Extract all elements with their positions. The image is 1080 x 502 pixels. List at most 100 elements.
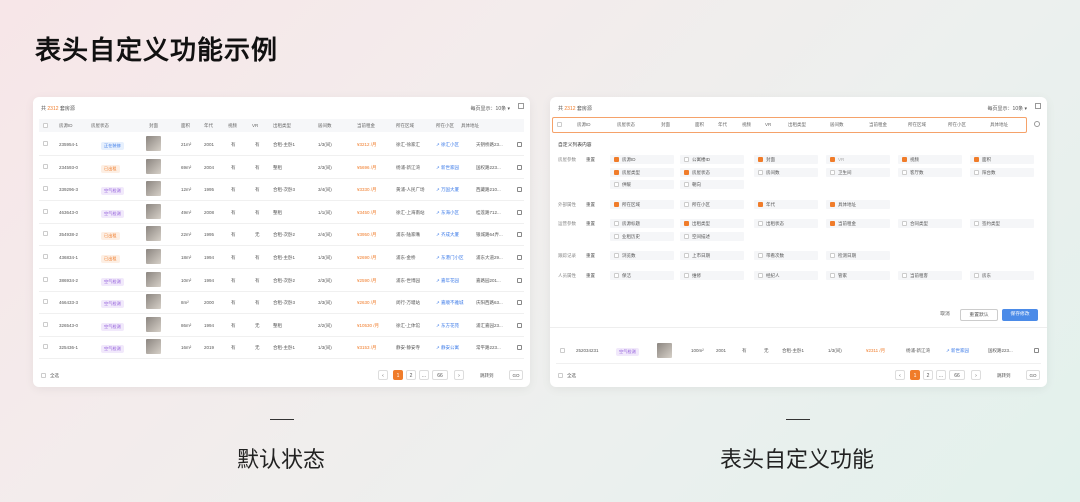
column-option[interactable]: 阳台数 <box>970 167 1034 177</box>
select-all-checkbox[interactable] <box>557 122 562 127</box>
column-checkbox[interactable] <box>974 221 979 226</box>
go-button[interactable]: GO <box>1026 370 1040 380</box>
column-checkbox[interactable] <box>758 169 763 175</box>
row-checkbox[interactable] <box>560 348 565 353</box>
row-checkbox[interactable] <box>43 186 48 192</box>
column-option[interactable]: 经纪人 <box>754 270 818 280</box>
column-option[interactable]: 出租类型 <box>680 219 744 228</box>
column-option[interactable]: 公寓楼ID <box>680 155 744 164</box>
column-checkbox[interactable] <box>830 272 835 278</box>
column-option[interactable]: 当前租金 <box>826 219 890 228</box>
row-checkbox[interactable] <box>43 208 48 214</box>
column-option[interactable]: 视频 <box>898 155 962 164</box>
row-checkbox[interactable] <box>43 344 48 350</box>
column-option[interactable]: 封面 <box>754 155 818 164</box>
column-checkbox[interactable] <box>830 221 835 226</box>
column-checkbox[interactable] <box>614 182 619 187</box>
edit-icon[interactable] <box>517 142 522 147</box>
table-row[interactable]: 354938-2 已出租 22m² 1995 有 无 合租-次卧2 2/4(间) ¥3950 /… <box>39 223 524 247</box>
column-checkbox[interactable] <box>830 253 835 258</box>
column-option[interactable]: 带看次数 <box>754 251 818 260</box>
column-checkbox[interactable] <box>974 169 979 175</box>
column-checkbox[interactable] <box>684 169 689 175</box>
row-checkbox[interactable] <box>43 321 48 327</box>
column-header[interactable]: 居间数 <box>830 122 844 128</box>
column-header[interactable]: 房屋状态 <box>91 123 109 129</box>
column-option[interactable]: 朝向 <box>680 180 744 189</box>
row-checkbox[interactable] <box>43 254 48 259</box>
column-header[interactable]: 面积 <box>181 123 190 129</box>
column-option[interactable]: 房屋类型 <box>610 167 674 177</box>
page-button[interactable]: 66 <box>432 370 448 380</box>
row-checkbox[interactable] <box>43 299 48 305</box>
column-checkbox[interactable] <box>684 157 689 162</box>
prev-page-button[interactable]: ‹ <box>895 370 905 380</box>
column-option[interactable]: 年代 <box>754 199 818 209</box>
column-option[interactable]: 当前租客 <box>898 270 962 280</box>
cover-image[interactable] <box>146 226 161 242</box>
column-checkbox[interactable] <box>614 253 619 258</box>
row-checkbox[interactable] <box>43 231 48 237</box>
edit-icon[interactable] <box>517 300 522 306</box>
column-header[interactable]: 所在小区 <box>948 122 966 128</box>
table-row[interactable]: 463643-0 空气检测 49m² 2008 有 有 整租 1/1(间) ¥3450 /月 徐汇… <box>39 201 524 224</box>
reset-default-button[interactable]: 重置默认 <box>960 309 998 321</box>
column-option[interactable]: 具体地址 <box>826 199 890 209</box>
table-row[interactable]: 386934-2 空气检测 10m² 1994 有 有 合租-次卧2 2/3(间) ¥2590 … <box>39 269 524 292</box>
column-checkbox[interactable] <box>974 157 979 162</box>
column-option[interactable]: 保洁 <box>610 270 674 280</box>
row-checkbox[interactable] <box>43 141 48 146</box>
community-link[interactable]: ↗ 东方花苑 <box>436 323 459 329</box>
column-checkbox[interactable] <box>684 272 689 278</box>
cover-image[interactable] <box>657 343 672 358</box>
column-checkbox[interactable] <box>758 272 763 278</box>
edit-icon[interactable] <box>517 277 522 283</box>
column-option[interactable]: 管家 <box>826 270 890 280</box>
community-link[interactable]: ↗ 新世家园 <box>436 165 459 171</box>
column-option[interactable]: 合同类型 <box>898 219 962 228</box>
table-row[interactable]: 436834-1 已出租 18m² 1994 有 有 合租-主卧1 1/3(间) ¥2690 /… <box>39 246 524 269</box>
column-option[interactable]: 房东 <box>970 270 1034 280</box>
table-row[interactable]: 234593-0 已出租 69m² 2004 有 有 整租 2/3(间) ¥5696 /月 杨浦-… <box>39 156 524 179</box>
column-header[interactable]: 年代 <box>204 123 213 129</box>
column-header[interactable]: 当前租金 <box>357 123 375 129</box>
column-header[interactable]: 具体地址 <box>990 122 1008 128</box>
table-row[interactable]: 339296-3 空气检测 12m² 1995 有 有 合租-次卧3 3/4(间) ¥3330 … <box>39 178 524 202</box>
column-checkbox[interactable] <box>684 233 689 239</box>
page-size-select[interactable]: 每页显示：10条 ▾ <box>988 105 1027 112</box>
column-checkbox[interactable] <box>902 221 907 226</box>
prev-page-button[interactable]: ‹ <box>378 370 388 380</box>
row-checkbox[interactable] <box>43 276 48 282</box>
column-checkbox[interactable] <box>830 169 835 175</box>
column-header[interactable]: 居间数 <box>318 123 332 129</box>
page-button[interactable]: 66 <box>949 370 965 380</box>
column-header[interactable]: 封面 <box>149 123 158 129</box>
section-reset[interactable]: 重置 <box>586 253 595 259</box>
column-option[interactable]: 上市日期 <box>680 251 744 260</box>
column-option[interactable]: 房源标题 <box>610 219 674 228</box>
column-checkbox[interactable] <box>758 201 763 207</box>
column-checkbox[interactable] <box>830 157 835 162</box>
column-option[interactable]: 客厅数 <box>898 167 962 177</box>
column-checkbox[interactable] <box>830 201 835 207</box>
column-option[interactable]: 维修 <box>680 270 744 280</box>
table-row[interactable]: 235954-1 正在装修 21m² 2001 有 有 合租-主卧1 1/3(间) ¥3212 … <box>39 133 524 156</box>
column-option[interactable]: 卫生间 <box>826 167 890 177</box>
column-header[interactable]: 视频 <box>228 123 237 129</box>
column-option[interactable]: 所在区域 <box>610 199 674 209</box>
column-option[interactable]: 供暖 <box>610 180 674 189</box>
column-option[interactable]: 签约类型 <box>970 219 1034 228</box>
table-row[interactable]: 326543-0 空气检测 86m² 1994 有 无 整租 2/2(间) ¥10530 /月 徐… <box>39 314 524 337</box>
cover-image[interactable] <box>146 158 161 174</box>
column-header[interactable]: 出租类型 <box>273 123 291 129</box>
table-row[interactable]: 325436-1 空气检测 16m² 2019 有 无 合租-主卧1 1/3(间) ¥3153 … <box>39 336 524 360</box>
cover-image[interactable] <box>146 203 161 219</box>
column-option[interactable]: 检测日期 <box>826 251 890 260</box>
table-row[interactable]: 252034231 空气检测 100m² 2001 有 无 合租-主卧1 1/3(间) ¥231… <box>556 339 1041 364</box>
column-checkbox[interactable] <box>902 157 907 162</box>
page-button[interactable]: ... <box>936 370 946 380</box>
fullscreen-icon[interactable] <box>1035 103 1041 109</box>
edit-icon[interactable] <box>517 255 522 260</box>
select-all-checkbox[interactable] <box>558 373 563 378</box>
edit-icon[interactable] <box>517 345 522 351</box>
